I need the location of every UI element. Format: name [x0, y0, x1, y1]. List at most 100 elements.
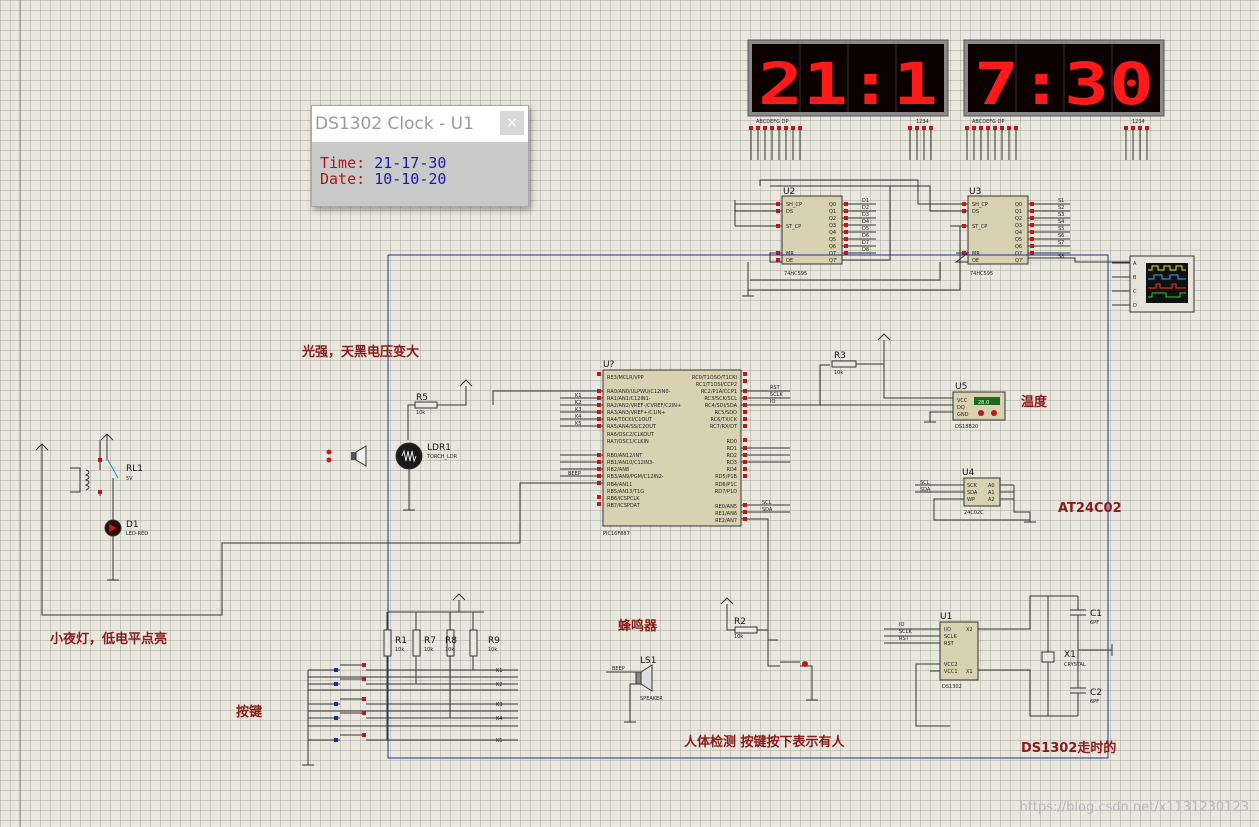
r8-value: 10k — [445, 647, 454, 653]
popup-time-row: Time: 21-17-30 — [320, 155, 528, 171]
u1-pin-io: I/O — [944, 627, 951, 633]
u3-net-s4: S4 — [1058, 219, 1064, 225]
ldr-ref: LDR1 — [427, 443, 451, 453]
u3-pin-q3: Q3 — [1015, 223, 1022, 229]
u3-net-s6: S6 — [1058, 233, 1064, 239]
u4-eeprom[interactable]: U4 24C02C SCK SDA WP A0 A1 A2 SCL SDA — [915, 468, 1036, 523]
c1-ref: C1 — [1090, 609, 1102, 619]
u2-pin-q5: Q5 — [829, 237, 836, 243]
torch-speaker-icon — [326, 445, 367, 467]
u2-pin-q1: Q1 — [829, 209, 836, 215]
u1-pin-sclk: SCLK — [944, 634, 957, 640]
r2-ref: R2 — [734, 617, 746, 627]
u2-pin-ds: DS — [786, 209, 793, 215]
crystal-x1[interactable]: X1 CRYSTAL — [1041, 650, 1086, 668]
mcu-pin-rb5: RB5/AN13/T1G — [607, 489, 644, 495]
r9-value: 10k — [488, 647, 497, 653]
oscilloscope[interactable]: A B C D — [1112, 255, 1195, 313]
mcu-pin-ra3: RA3/AN3/VREF+/C1IN+ — [607, 410, 665, 416]
r1-value: 10k — [395, 647, 404, 653]
note-eeprom: AT24C02 — [1058, 501, 1122, 516]
u4-pin-a0: A0 — [988, 483, 995, 489]
mcu-pin-rc4: RC4/SDI/SDA — [705, 403, 738, 409]
mcu-pin-re2: RE2/AN7 — [715, 518, 737, 524]
mcu-pin-rd3: RD3 — [726, 460, 737, 466]
u5-pin-vcc: VCC — [957, 398, 968, 404]
u1-part: DS1302 — [942, 684, 962, 690]
u1-pin-x1: X1 — [966, 669, 973, 675]
mcu-pin-rc1: RC1/T1OSI/CCP2 — [696, 382, 737, 388]
ldr-sensor[interactable]: LDR1 TORCH_LDR — [395, 442, 458, 511]
r3-resistor[interactable]: R3 10k — [831, 333, 891, 376]
u3-pin-mr: MR — [972, 251, 980, 257]
close-icon[interactable]: × — [500, 111, 524, 135]
note-light-sensor: 光强，天黑电压变大 — [301, 344, 419, 360]
r5-resistor[interactable]: R5 10k — [407, 379, 473, 440]
ds18b20-sensor[interactable]: 28.0 U5 DS18B20 VCC DQ GND — [820, 364, 1006, 430]
mcu-pin-rc2: RC2/P1A/CCP1 — [701, 389, 737, 395]
scope-channel-a: A — [1133, 261, 1137, 267]
popup-title-bar[interactable]: DS1302 Clock - U1 × — [312, 106, 528, 142]
u3-net-s1: S1 — [1058, 198, 1064, 204]
mcu-pin-rc3: RC3/SCK/SCL — [704, 396, 737, 402]
mcu-net-k3: K3 — [575, 407, 581, 413]
right-digit-label: 1234 — [1132, 119, 1145, 125]
u4-pin-wp: WP — [967, 497, 975, 503]
mcu-pin-ra2: RA2/AN2/VREF-/CVREF/C2IN+ — [607, 403, 681, 409]
led-d1[interactable]: D1 LED-RED — [104, 519, 148, 581]
mcu-pin-ra0: RA0/AN0/ULPWU/C12IN0- — [607, 389, 671, 395]
popup-date-row: Date: 10-10-20 — [320, 171, 528, 187]
key-net-k4: K4 — [496, 716, 502, 722]
schematic-canvas[interactable]: 21:1 ABCDEFG DP 1234 7:30 ABCDEFG DP 123… — [0, 0, 1259, 827]
x1-part: CRYSTAL — [1064, 662, 1086, 668]
r5-value: 10k — [416, 410, 425, 416]
u3-pin-stcp: ST_CP — [972, 224, 987, 230]
r2-resistor[interactable]: R2 10k — [720, 597, 818, 701]
key-net-k1: K1 — [496, 668, 502, 674]
scope-channel-d: D — [1133, 303, 1137, 309]
popup-body: Time: 21-17-30 Date: 10-10-20 — [312, 142, 528, 187]
mcu-pin-ra5: RA5/AN4/SS/C2OUT — [607, 424, 657, 430]
mcu-pin-re0: RE0/AN5 — [715, 504, 737, 510]
u2-part: 74HC595 — [784, 271, 807, 277]
mcu-net-scl: SCL — [762, 500, 772, 506]
led-ref: D1 — [126, 520, 139, 530]
speaker-ls1[interactable]: LS1 SPEAKER BEEP — [606, 656, 663, 723]
relay-rl1[interactable]: RL1 5V — [35, 433, 143, 520]
capacitor-c1[interactable]: C1 6PF — [1070, 596, 1113, 656]
seven-segment-display-right: 7:30 ABCDEFG DP 1234 — [963, 39, 1165, 125]
u2-net-d8: D8 — [862, 247, 869, 253]
mcu-net-k2: K2 — [575, 400, 581, 406]
mcu-pin-re3: RE3/MCLR/VPP — [607, 375, 644, 381]
right-display-digits: 7:30 — [974, 50, 1154, 118]
display-pin-markers — [749, 126, 1149, 130]
u2-pin-q0: Q0 — [829, 202, 836, 208]
u4-ref: U4 — [962, 468, 975, 478]
u3-pin-q1: Q1 — [1015, 209, 1022, 215]
led-part: LED-RED — [126, 531, 148, 537]
mcu-pin-rd5: RD5/P1B — [715, 474, 737, 480]
mcu-net-sclk: SCLK — [770, 392, 783, 398]
u3-pin-shcp: SH_CP — [972, 202, 988, 208]
mcu-net-io: IO — [770, 399, 775, 405]
u2-net-d7: D7 — [862, 240, 869, 246]
key-switches[interactable]: K1 K2 K3 K4 K5 — [302, 663, 518, 766]
u2-net-d5: D5 — [862, 226, 869, 232]
u2-pin-q3: Q3 — [829, 223, 836, 229]
u2-net-d3: D3 — [862, 212, 869, 218]
popup-title: DS1302 Clock - U1 — [315, 114, 474, 134]
mcu-pin-ra1: RA1/AN1/C12IN1- — [607, 396, 651, 402]
note-buzzer: 蜂鸣器 — [618, 618, 658, 634]
key-net-k5: K5 — [496, 738, 502, 744]
x1-ref: X1 — [1064, 650, 1076, 660]
ls1-ref: LS1 — [640, 656, 656, 666]
r2-value: 10k — [734, 634, 743, 640]
u4-pin-sda: SDA — [967, 490, 978, 496]
ds1302-clock-popup[interactable]: DS1302 Clock - U1 × Time: 21-17-30 Date:… — [311, 105, 529, 207]
mcu-pin-rb1: RB1/AN10/C12IN3- — [607, 460, 654, 466]
r7-ref: R7 — [424, 636, 436, 646]
note-pir: 人体检测 按键按下表示有人 — [684, 734, 846, 750]
u3-ref: U3 — [969, 187, 981, 197]
pic16f887-mcu[interactable]: U? PIC16F887 RE3/MCLR/VPP RA0/AN0/ULPWU/… — [602, 360, 742, 537]
u2-net-d6: D6 — [862, 233, 869, 239]
